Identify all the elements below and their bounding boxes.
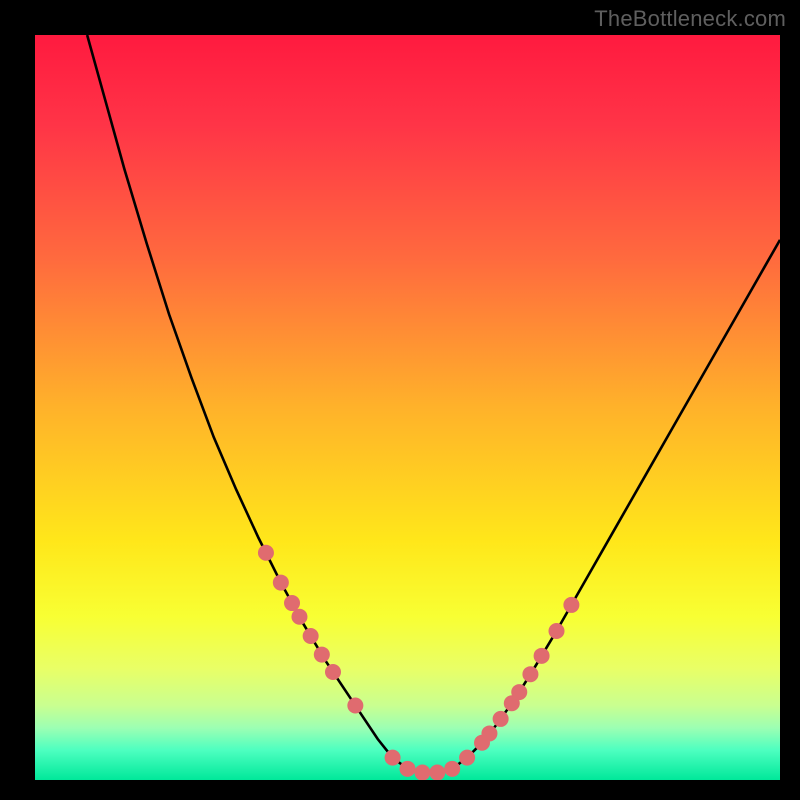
- scatter-point: [493, 711, 509, 727]
- scatter-point: [429, 765, 445, 780]
- scatter-point: [400, 761, 416, 777]
- scatter-point: [563, 597, 579, 613]
- scatter-point: [325, 664, 341, 680]
- scatter-point: [291, 609, 307, 625]
- scatter-point: [303, 628, 319, 644]
- chart-frame: TheBottleneck.com: [0, 0, 800, 800]
- scatter-point: [385, 750, 401, 766]
- scatter-markers: [258, 545, 579, 780]
- scatter-point: [549, 623, 565, 639]
- scatter-point: [444, 761, 460, 777]
- scatter-point: [284, 595, 300, 611]
- scatter-point: [414, 765, 430, 780]
- scatter-point: [314, 647, 330, 663]
- scatter-point: [459, 750, 475, 766]
- bottleneck-curve: [87, 35, 780, 773]
- scatter-point: [347, 698, 363, 714]
- scatter-point: [534, 648, 550, 664]
- scatter-point: [511, 684, 527, 700]
- scatter-point: [258, 545, 274, 561]
- watermark-text: TheBottleneck.com: [594, 6, 786, 32]
- scatter-point: [481, 725, 497, 741]
- curve-layer: [35, 35, 780, 780]
- scatter-point: [273, 575, 289, 591]
- plot-area: [35, 35, 780, 780]
- scatter-point: [522, 666, 538, 682]
